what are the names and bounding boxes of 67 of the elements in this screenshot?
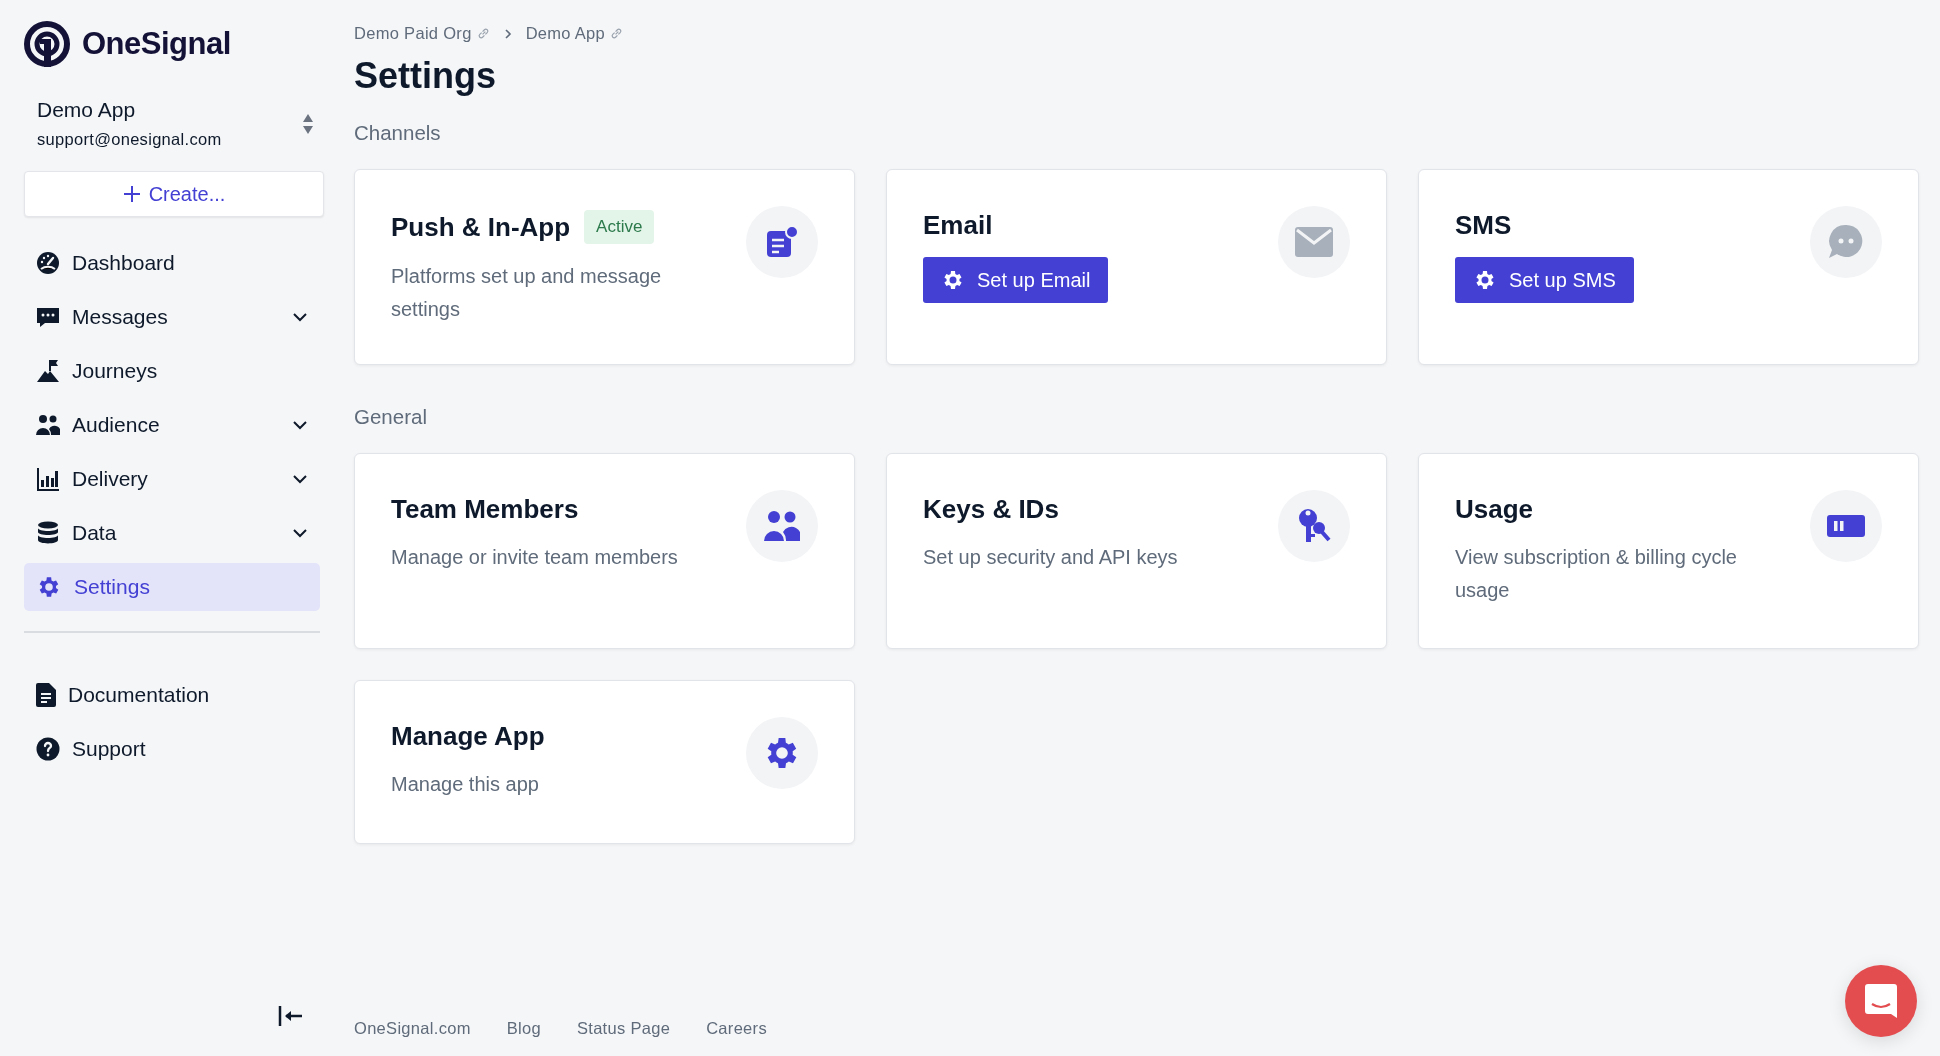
- setup-button[interactable]: Set up Email: [923, 257, 1109, 303]
- nav-item[interactable]: Support: [24, 725, 320, 773]
- speedometer-icon: [36, 251, 60, 275]
- nav-item[interactable]: Data: [24, 509, 320, 557]
- setup-button[interactable]: Set up SMS: [1455, 257, 1634, 303]
- section-title: General: [354, 405, 428, 429]
- create-button[interactable]: Create...: [24, 171, 324, 217]
- card-title: SMS: [1455, 210, 1512, 241]
- mountain-flag-icon: [36, 359, 60, 383]
- card-description: View subscription & billing cycle usage: [1455, 545, 1738, 603]
- account-email: support@onesignal.com: [37, 130, 222, 149]
- question-circle-icon: [36, 737, 60, 761]
- card-icon: [1827, 515, 1865, 537]
- document-icon: [36, 683, 56, 707]
- chat-smile-icon: [1865, 984, 1897, 1018]
- footer-link[interactable]: Blog: [506, 1019, 541, 1038]
- nav-item[interactable]: Dashboard: [24, 239, 320, 287]
- card-description: Manage this app: [391, 772, 540, 797]
- section-title: Channels: [354, 121, 442, 145]
- sort-arrows-icon[interactable]: [302, 112, 314, 135]
- card-title: Keys & IDs: [923, 494, 1059, 525]
- collapse-arrow-icon: [278, 1004, 304, 1028]
- breadcrumb-link[interactable]: Demo Paid Org: [354, 24, 490, 43]
- settings-card[interactable]: Email Set up Email: [886, 169, 1387, 365]
- card-title: Manage App: [391, 721, 545, 752]
- nav-item[interactable]: Messages: [24, 293, 320, 341]
- bar-chart-icon: [36, 467, 60, 491]
- nav-item[interactable]: Settings: [24, 563, 320, 611]
- people-icon: [36, 413, 60, 437]
- brand-name: OneSignal: [82, 26, 231, 62]
- settings-card[interactable]: Keys & IDs Set up security and API keys: [886, 453, 1387, 649]
- settings-card[interactable]: SMS Set up SMS: [1418, 169, 1919, 365]
- card-title: Push & In-App: [391, 211, 571, 243]
- card-description: Manage or invite team members: [391, 545, 678, 570]
- chat-bubble-icon: [36, 305, 60, 329]
- collapse-sidebar-button[interactable]: [278, 1004, 304, 1028]
- card-title: Team Members: [391, 494, 579, 525]
- settings-card[interactable]: Team Members Manage or invite team members: [354, 453, 855, 649]
- nav-item[interactable]: Documentation: [24, 671, 320, 719]
- card-title: Email: [923, 210, 993, 241]
- card-description: Platforms set up and message settings: [391, 264, 663, 322]
- link-icon: [610, 27, 624, 40]
- footer-link[interactable]: Status Page: [576, 1019, 671, 1038]
- page-title: Settings: [354, 55, 497, 97]
- message-badge-icon: [765, 225, 799, 259]
- people-icon: [764, 510, 800, 542]
- card-description: Set up security and API keys: [923, 545, 1178, 570]
- card-title: Usage: [1455, 494, 1534, 525]
- nav-item[interactable]: Audience: [24, 401, 320, 449]
- chat-bubble-icon: [1828, 224, 1864, 260]
- settings-card[interactable]: Push & In-App Active Platforms set up and message settings: [354, 169, 855, 365]
- footer-link[interactable]: OneSignal.com: [354, 1019, 471, 1038]
- nav-item[interactable]: Journeys: [24, 347, 320, 395]
- footer-link[interactable]: Careers: [706, 1019, 767, 1038]
- breadcrumb-link[interactable]: Demo App: [525, 24, 624, 43]
- envelope-icon: [1295, 227, 1333, 257]
- logo-icon: [24, 21, 70, 67]
- chevron-right-icon: [503, 27, 512, 40]
- plus-icon: [122, 185, 141, 203]
- status-badge: Active: [584, 210, 655, 244]
- keys-icon: [1297, 508, 1331, 544]
- link-icon: [476, 27, 490, 40]
- settings-card[interactable]: Manage App Manage this app: [354, 680, 855, 844]
- settings-card[interactable]: Usage View subscription & billing cycle usage: [1418, 453, 1919, 649]
- app-name: Demo App: [37, 98, 137, 122]
- database-icon: [36, 521, 60, 545]
- nav-item[interactable]: Delivery: [24, 455, 320, 503]
